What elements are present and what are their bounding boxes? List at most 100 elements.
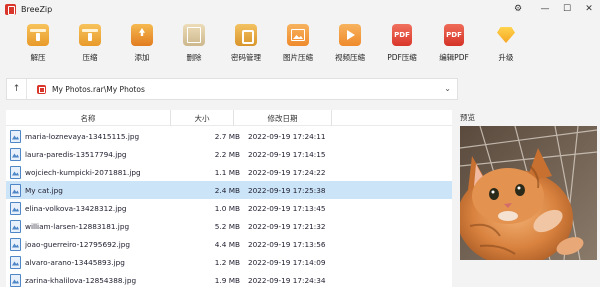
file-modified: 2022-09-19 17:14:15	[248, 149, 326, 159]
file-size: 1.2 MB	[214, 257, 240, 267]
file-row[interactable]: elina-volkova-13428312.jpg 1.0 MB 2022-09-…	[6, 199, 452, 217]
toolbar-button-password[interactable]: 密码管理	[220, 22, 272, 68]
toolbar-label-compress: 压缩	[82, 53, 98, 62]
app-logo-icon	[5, 3, 16, 15]
address-path: My Photos.rar\My Photos	[52, 84, 145, 94]
image-file-icon	[10, 201, 21, 215]
file-name: alvaro-arano-13445893.jpg	[25, 257, 125, 267]
extract-box-icon	[27, 24, 49, 46]
delete-icon	[183, 24, 205, 46]
password-icon	[235, 24, 257, 46]
toolbar-label-extract: 解压	[30, 53, 46, 62]
image-file-icon	[10, 219, 21, 233]
file-name: elina-volkova-13428312.jpg	[25, 203, 127, 213]
file-row[interactable]: wojciech-kumpicki-2071881.jpg 1.1 MB 2022-…	[6, 163, 452, 181]
address-bar[interactable]: ↑ My Photos.rar\My Photos ⌄	[6, 78, 458, 100]
file-name: joao-guerreiro-12795692.jpg	[25, 239, 130, 249]
toolbar-label-video: 视频压缩	[335, 53, 365, 62]
toolbar-button-pdf[interactable]: PDF PDF压缩	[376, 22, 428, 68]
toolbar-label-delete: 删除	[186, 53, 202, 62]
column-header-name[interactable]: 名称	[6, 110, 171, 126]
file-rows: maria-loznevaya-13415115.jpg 2.7 MB 2022-0…	[6, 127, 452, 287]
toolbar-label-add: 添加	[134, 53, 150, 62]
file-list-header: 名称 大小 修改日期	[6, 110, 452, 126]
file-row[interactable]: laura-paredis-13517794.jpg 2.2 MB 2022-09-…	[6, 145, 452, 163]
toolbar-label-password: 密码管理	[231, 53, 261, 62]
file-name: zarina-khalilova-12854388.jpg	[25, 275, 137, 285]
file-modified: 2022-09-19 17:14:09	[248, 257, 326, 267]
app-window: BreeZip ⚙ — ☐ ✕ 解压 压缩 添加 删除 密码管理 图片压缩 视频压缩 PDF P…	[0, 0, 600, 287]
file-size: 2.2 MB	[214, 149, 240, 159]
file-modified: 2022-09-19 17:13:56	[248, 239, 326, 249]
file-name: william-larsen-12883181.jpg	[25, 221, 130, 231]
file-name: laura-paredis-13517794.jpg	[25, 149, 127, 159]
file-row[interactable]: zarina-khalilova-12854388.jpg 1.9 MB 2022-…	[6, 271, 452, 287]
compress-box-icon	[79, 24, 101, 46]
minimize-button[interactable]: —	[534, 0, 556, 18]
toolbar-label-editpdf: 编辑PDF	[439, 53, 469, 62]
file-row[interactable]: alvaro-arano-13445893.jpg 1.2 MB 2022-09-1…	[6, 253, 452, 271]
close-button[interactable]: ✕	[578, 0, 600, 18]
file-name: My cat.jpg	[25, 185, 63, 195]
pdf-compress-icon: PDF	[392, 24, 412, 46]
preview-image	[460, 126, 597, 260]
file-modified: 2022-09-19 17:13:45	[248, 203, 326, 213]
toolbar-label-upgrade: 升级	[498, 53, 514, 62]
file-list: 名称 大小 修改日期 maria-loznevaya-13415115.jpg 2…	[6, 110, 452, 287]
file-size: 4.4 MB	[214, 239, 240, 249]
image-file-icon	[10, 183, 21, 197]
file-row[interactable]: joao-guerreiro-12795692.jpg 4.4 MB 2022-09…	[6, 235, 452, 253]
file-modified: 2022-09-19 17:24:22	[248, 167, 326, 177]
app-title: BreeZip	[21, 4, 53, 14]
file-name: maria-loznevaya-13415115.jpg	[25, 131, 140, 141]
window-controls: ⚙ — ☐ ✕	[508, 0, 600, 18]
image-compress-icon	[287, 24, 309, 46]
file-modified: 2022-09-19 17:21:32	[248, 221, 326, 231]
toolbar-button-extract[interactable]: 解压	[12, 22, 64, 68]
title-bar: BreeZip ⚙ — ☐ ✕	[0, 0, 600, 18]
settings-gear-icon[interactable]: ⚙	[508, 0, 528, 18]
toolbar-button-video[interactable]: 视频压缩	[324, 22, 376, 68]
toolbar-button-compress[interactable]: 压缩	[64, 22, 116, 68]
file-size: 1.0 MB	[214, 203, 240, 213]
diamond-icon	[495, 24, 517, 46]
video-compress-icon	[339, 24, 361, 46]
image-file-icon	[10, 255, 21, 269]
main-toolbar: 解压 压缩 添加 删除 密码管理 图片压缩 视频压缩 PDF PDF压缩 PDF 编辑PDF 升级	[12, 22, 532, 68]
toolbar-button-delete[interactable]: 删除	[168, 22, 220, 68]
pdf-glyph: PDF	[394, 31, 410, 39]
maximize-button[interactable]: ☐	[556, 0, 578, 18]
toolbar-button-editpdf[interactable]: PDF 编辑PDF	[428, 22, 480, 68]
up-arrow-button[interactable]: ↑	[7, 79, 27, 99]
toolbar-button-add[interactable]: 添加	[116, 22, 168, 68]
toolbar-button-image[interactable]: 图片压缩	[272, 22, 324, 68]
cat-photo-preview	[460, 126, 597, 260]
file-size: 1.9 MB	[214, 275, 240, 285]
image-file-icon	[10, 129, 21, 143]
file-size: 2.7 MB	[214, 131, 240, 141]
column-header-size[interactable]: 大小	[171, 110, 234, 126]
toolbar-label-image: 图片压缩	[283, 53, 313, 62]
file-size: 1.1 MB	[214, 167, 240, 177]
column-header-modified[interactable]: 修改日期	[234, 110, 332, 126]
file-size: 2.4 MB	[214, 185, 240, 195]
file-modified: 2022-09-19 17:24:11	[248, 131, 326, 141]
file-name: wojciech-kumpicki-2071881.jpg	[25, 167, 141, 177]
file-row[interactable]: My cat.jpg 2.4 MB 2022-09-19 17:25:38	[6, 181, 452, 199]
file-size: 5.2 MB	[214, 221, 240, 231]
add-icon	[131, 24, 153, 46]
image-file-icon	[10, 273, 21, 287]
image-file-icon	[10, 165, 21, 179]
file-row[interactable]: william-larsen-12883181.jpg 5.2 MB 2022-09…	[6, 217, 452, 235]
archive-icon	[37, 84, 46, 94]
file-modified: 2022-09-19 17:25:38	[248, 185, 326, 195]
image-file-icon	[10, 237, 21, 251]
image-file-icon	[10, 147, 21, 161]
preview-label: 预览	[460, 113, 475, 122]
toolbar-label-pdf: PDF压缩	[387, 53, 417, 62]
toolbar-button-upgrade[interactable]: 升级	[480, 22, 532, 68]
pdf-glyph: PDF	[446, 31, 462, 39]
file-modified: 2022-09-19 17:24:34	[248, 275, 326, 285]
chevron-down-icon[interactable]: ⌄	[444, 84, 451, 93]
file-row[interactable]: maria-loznevaya-13415115.jpg 2.7 MB 2022-0…	[6, 127, 452, 145]
